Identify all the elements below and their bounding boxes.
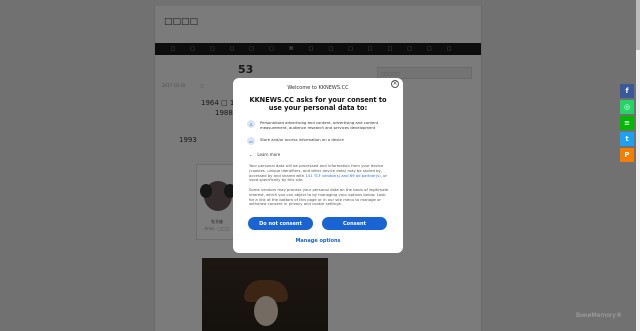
scrollbar[interactable] xyxy=(636,0,640,331)
scrollbar-thumb[interactable] xyxy=(636,0,640,50)
consent-paragraph: Some vendors may process your personal d… xyxy=(249,187,389,207)
vendors-link[interactable]: 141 TCF vendor(s) and 69 ad partner(s) xyxy=(305,173,380,178)
purpose-item: ▭ Store and/or access information on a d… xyxy=(247,137,391,145)
twitter-share-icon[interactable]: t xyxy=(620,132,634,146)
watermark: ВикиMemory® xyxy=(576,312,622,319)
person-icon: ♙ xyxy=(247,120,255,128)
consent-welcome: Welcome to KKNEWS.CC xyxy=(287,85,349,91)
device-icon: ▭ xyxy=(247,137,255,145)
consent-button[interactable]: Consent xyxy=(322,217,387,230)
consent-dialog: × Welcome to KKNEWS.CC KKNEWS.CC asks fo… xyxy=(233,78,403,253)
whatsapp-share-icon[interactable]: ◎ xyxy=(620,100,634,114)
consent-heading: KKNEWS.CC asks for your consent to use y… xyxy=(249,96,387,112)
line-share-icon[interactable]: ≡ xyxy=(620,116,634,130)
do-not-consent-button[interactable]: Do not consent xyxy=(248,217,313,230)
learn-more-label: Learn more xyxy=(257,152,281,157)
purpose-text: Store and/or access information on a dev… xyxy=(260,137,344,142)
blogger-share-icon[interactable]: P xyxy=(620,148,634,162)
manage-options-link[interactable]: Manage options xyxy=(233,238,403,244)
purpose-item: ♙ Personalised advertising and content, … xyxy=(247,120,391,130)
chevron-down-icon: ⌄ xyxy=(249,152,253,157)
facebook-share-icon[interactable]: f xyxy=(620,84,634,98)
purpose-text: Personalised advertising and content, ad… xyxy=(260,120,379,130)
learn-more-toggle[interactable]: ⌄ Learn more xyxy=(249,152,280,157)
consent-paragraph: Your personal data will be processed and… xyxy=(249,163,391,183)
